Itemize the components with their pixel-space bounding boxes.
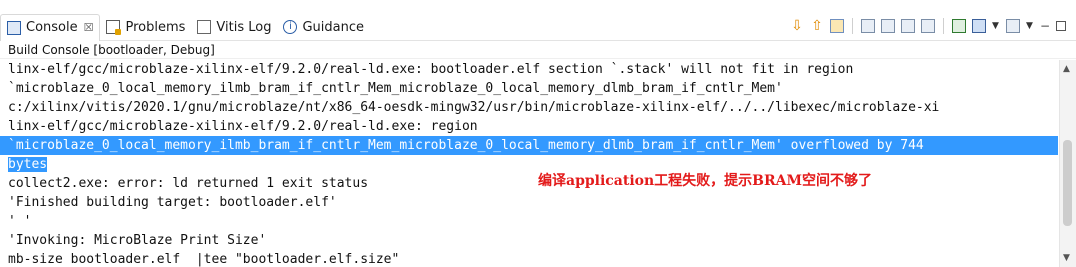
console-line: linx-elf/gcc/microblaze-xilinx-elf/9.2.0… (8, 62, 854, 77)
tab-console[interactable]: Console ☒ (0, 13, 101, 41)
console-line: 'Invoking: MicroBlaze Print Size' (8, 233, 267, 248)
console-toolbar: ⇩ ⇧ ▼ ▼ − (790, 16, 1066, 36)
minimize-icon[interactable]: − (1040, 19, 1050, 33)
console-line: ' ' (8, 214, 32, 229)
tab-problems[interactable]: Problems (100, 14, 191, 40)
scroll-down-icon[interactable]: ▼ (1063, 253, 1070, 263)
console-output[interactable]: linx-elf/gcc/microblaze-xilinx-elf/9.2.0… (0, 60, 1058, 267)
view-tabs: Console ☒ Problems Vitis Log i Guidance (0, 13, 370, 41)
previous-error-arrow-up-icon[interactable]: ⇧ (810, 19, 824, 33)
console-line: mb-size bootloader.elf |tee "bootloader.… (8, 252, 400, 267)
toolbar-separator (943, 18, 944, 34)
tab-guidance[interactable]: i Guidance (277, 14, 370, 40)
tab-problems-label: Problems (125, 19, 186, 35)
open-console-icon[interactable] (1006, 19, 1020, 33)
scroll-lock-icon[interactable] (901, 19, 915, 33)
vertical-scrollbar[interactable]: ▲ ▼ (1059, 60, 1076, 267)
scrollbar-thumb[interactable] (1063, 140, 1072, 226)
maximize-icon[interactable] (1056, 21, 1066, 31)
console-line: `microblaze_0_local_memory_ilmb_bram_if_… (8, 81, 783, 96)
console-line: collect2.exe: error: ld returned 1 exit … (8, 176, 369, 191)
console-line: linx-elf/gcc/microblaze-xilinx-elf/9.2.0… (8, 119, 478, 134)
close-icon[interactable]: ☒ (84, 21, 94, 34)
copy-build-log-icon[interactable] (861, 19, 875, 33)
console-line: c:/xilinx/vitis/2020.1/gnu/microblaze/nt… (8, 100, 940, 115)
scroll-up-icon[interactable]: ▲ (1063, 64, 1070, 74)
tab-guidance-label: Guidance (302, 19, 364, 35)
next-error-arrow-down-icon[interactable]: ⇩ (790, 19, 804, 33)
log-icon (197, 20, 212, 34)
selected-text: bytes (8, 157, 48, 172)
tab-vitis-log-label: Vitis Log (216, 19, 272, 35)
console-line-selected: bytes (0, 155, 1058, 174)
link-with-editor-icon[interactable] (830, 19, 844, 33)
info-icon: i (283, 20, 298, 34)
pin-console-icon[interactable] (952, 19, 966, 33)
word-wrap-icon[interactable] (921, 19, 935, 33)
console-line-selected: `microblaze_0_local_memory_ilmb_bram_if_… (0, 136, 1058, 155)
chevron-down-icon[interactable]: ▼ (992, 21, 1000, 31)
console-icon (7, 20, 21, 35)
console-title: Build Console [bootloader, Debug] (0, 41, 1076, 59)
display-selected-console-icon[interactable] (972, 19, 986, 33)
tab-console-label: Console (26, 20, 78, 35)
annotation-text: 编译application工程失败，提示BRAM空间不够了 (538, 173, 873, 189)
clear-console-icon[interactable] (881, 19, 895, 33)
chevron-down-icon[interactable]: ▼ (1026, 21, 1034, 31)
tab-vitis-log[interactable]: Vitis Log (191, 14, 277, 40)
console-view-tabbar: Console ☒ Problems Vitis Log i Guidance … (0, 0, 1076, 41)
toolbar-separator (852, 18, 853, 34)
console-line: 'Finished building target: bootloader.el… (8, 195, 337, 210)
problems-icon (106, 20, 122, 35)
